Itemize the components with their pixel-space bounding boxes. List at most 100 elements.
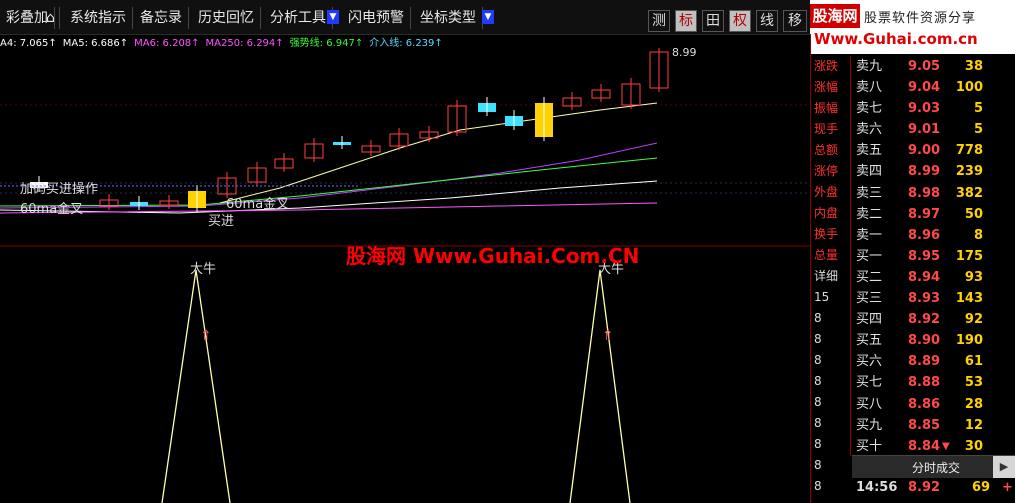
order-volume: 92 xyxy=(964,312,983,328)
order-book-row[interactable]: 卖八 9.04 100 xyxy=(852,77,1015,98)
order-volume: 53 xyxy=(964,375,983,391)
order-volume: 30 xyxy=(964,438,983,454)
chevron-down-icon[interactable]: ▼ xyxy=(482,10,494,24)
quote-info-column: 涨跌 涨幅 振幅 现手 总额 涨停 外盘 内盘 换手 总量 xyxy=(814,56,852,266)
toolbar-system-indicator-button[interactable]: 系统指示 xyxy=(64,7,133,29)
order-level-label: 卖二 xyxy=(856,206,883,222)
order-volume: 175 xyxy=(955,248,983,264)
order-book-row[interactable]: 卖七 9.03 5 xyxy=(852,98,1015,119)
order-level-label: 买六 xyxy=(856,354,883,370)
detail-cell: 8 xyxy=(814,437,822,451)
move-tool-icon[interactable]: 移 xyxy=(783,10,807,32)
measure-tool-icon[interactable]: 测 xyxy=(648,10,670,32)
order-book-row[interactable]: 卖九 9.05 38 xyxy=(852,56,1015,77)
order-book-row[interactable]: 买三 8.93 143 xyxy=(852,288,1015,309)
order-price: 8.90 xyxy=(908,333,941,349)
order-book-row[interactable]: 买二 8.94 93 xyxy=(852,267,1015,288)
ma-cross-label: 60ma金叉 xyxy=(20,202,84,217)
up-arrow-icon: ⇑ xyxy=(200,328,212,344)
order-price: 9.00 xyxy=(908,143,941,159)
trade-row: 14:56 8.92 69 + xyxy=(852,480,1015,500)
trades-header[interactable]: 分时成交 ▶ xyxy=(852,455,1015,478)
order-level-label: 买二 xyxy=(856,269,883,285)
detail-cell: 8 xyxy=(814,395,822,409)
line-tool-icon[interactable]: 线 xyxy=(756,10,778,32)
mark-tool-icon[interactable]: 标 xyxy=(675,10,697,32)
order-price: 9.03 xyxy=(908,101,941,117)
watermark-text: 股海网 Www.Guhai.Com.CN xyxy=(346,244,640,268)
order-price: 8.97 xyxy=(908,206,941,222)
indicator-spike-left xyxy=(161,269,231,503)
kline-chart[interactable]: ⇑ ⇑ xyxy=(0,48,810,503)
order-book-row[interactable]: 买七 8.88 53 xyxy=(852,372,1015,393)
order-volume: 50 xyxy=(964,206,983,222)
order-level-label: 卖八 xyxy=(856,80,883,96)
order-book-row[interactable]: 卖四 8.99 239 xyxy=(852,161,1015,182)
order-price: 8.88 xyxy=(908,375,941,391)
toolbar-axis-type-button[interactable]: 坐标类型 xyxy=(414,7,483,29)
order-book-row[interactable]: 买一 8.95 175 xyxy=(852,246,1015,267)
order-volume: 5 xyxy=(973,122,983,138)
detail-cell: 15 xyxy=(814,290,830,304)
indicator-spike-right xyxy=(569,269,631,503)
detail-cell: 8 xyxy=(814,479,822,493)
up-arrow-icon: ⇑ xyxy=(602,328,614,344)
order-price: 8.94 xyxy=(908,269,941,285)
chevron-right-icon[interactable]: ▶ xyxy=(993,456,1015,478)
order-level-label: 买三 xyxy=(856,291,883,307)
order-book: 卖九 9.05 38 卖八 9.04 100 卖七 9.03 5 卖六 9.01 5 卖五 9.00 778… xyxy=(852,56,1015,457)
toolbar-history-button[interactable]: 历史回忆 xyxy=(192,7,261,29)
brand-logo: 股海网 xyxy=(810,4,860,28)
trade-volume: 69 xyxy=(972,480,991,495)
order-book-row[interactable]: 买四 8.92 92 xyxy=(852,309,1015,330)
order-price: 8.99 xyxy=(908,164,941,180)
order-level-label: 买七 xyxy=(856,375,883,391)
order-level-label: 卖六 xyxy=(856,122,883,138)
brand-slogan: 股票软件资源分享 xyxy=(864,11,977,26)
quote-info-label: 涨幅 xyxy=(814,80,839,94)
toolbar-analysis-tools-button[interactable]: 分析工具 xyxy=(264,7,333,29)
order-price: 8.84 xyxy=(908,438,941,454)
detail-cell: 8 xyxy=(814,353,822,367)
order-book-row[interactable]: 买六 8.89 61 xyxy=(852,351,1015,372)
order-book-row[interactable]: 买五 8.90 190 xyxy=(852,330,1015,351)
order-book-row[interactable]: 卖一 8.96 8 xyxy=(852,225,1015,246)
add-buy-label: 加码买进操作 xyxy=(20,182,99,197)
quote-info-label: 涨停 xyxy=(814,164,839,178)
order-price: 8.86 xyxy=(908,396,941,412)
order-book-row[interactable]: 卖五 9.00 778 xyxy=(852,140,1015,161)
ma-line-green xyxy=(0,157,658,207)
toolbar-memo-button[interactable]: 备忘录 xyxy=(134,7,189,29)
order-book-row[interactable]: 买十 8.84 30 ▼ xyxy=(852,436,1015,457)
order-level-label: 卖七 xyxy=(856,101,883,117)
detail-cell: 8 xyxy=(814,311,822,325)
ma-line-magenta xyxy=(0,142,658,209)
panel-divider-vertical xyxy=(810,34,811,503)
order-level-label: 买一 xyxy=(856,248,883,264)
quote-info-label: 外盘 xyxy=(814,185,839,199)
grid-tool-icon[interactable]: 田 xyxy=(702,10,724,32)
order-level-label: 卖五 xyxy=(856,143,883,159)
order-volume: 12 xyxy=(964,417,983,433)
rights-tool-icon[interactable]: 权 xyxy=(729,10,751,32)
trade-price: 8.92 xyxy=(908,480,941,495)
order-book-row[interactable]: 卖二 8.97 50 xyxy=(852,204,1015,225)
order-book-row[interactable]: 买八 8.86 28 xyxy=(852,394,1015,415)
order-price: 8.98 xyxy=(908,185,941,201)
order-book-row[interactable]: 卖三 8.98 382 xyxy=(852,183,1015,204)
detail-column: 详细 15 8 8 8 8 8 8 8 8 8 xyxy=(814,266,852,497)
order-price: 8.96 xyxy=(908,227,941,243)
price-trend-line xyxy=(219,102,658,204)
quote-info-label: 换手 xyxy=(814,227,839,241)
chevron-down-icon[interactable]: ▼ xyxy=(327,10,339,24)
order-price: 9.04 xyxy=(908,80,941,96)
order-level-label: 买十 xyxy=(856,438,883,454)
lock-icon[interactable]: ⌂ xyxy=(42,7,60,29)
order-volume: 8 xyxy=(973,227,983,243)
order-volume: 382 xyxy=(955,185,983,201)
order-volume: 38 xyxy=(964,59,983,74)
toolbar-flash-alert-button[interactable]: 闪电预警 xyxy=(342,7,411,29)
order-book-row[interactable]: 卖六 9.01 5 xyxy=(852,119,1015,140)
order-level-label: 卖九 xyxy=(856,59,883,74)
order-book-row[interactable]: 买九 8.85 12 xyxy=(852,415,1015,436)
